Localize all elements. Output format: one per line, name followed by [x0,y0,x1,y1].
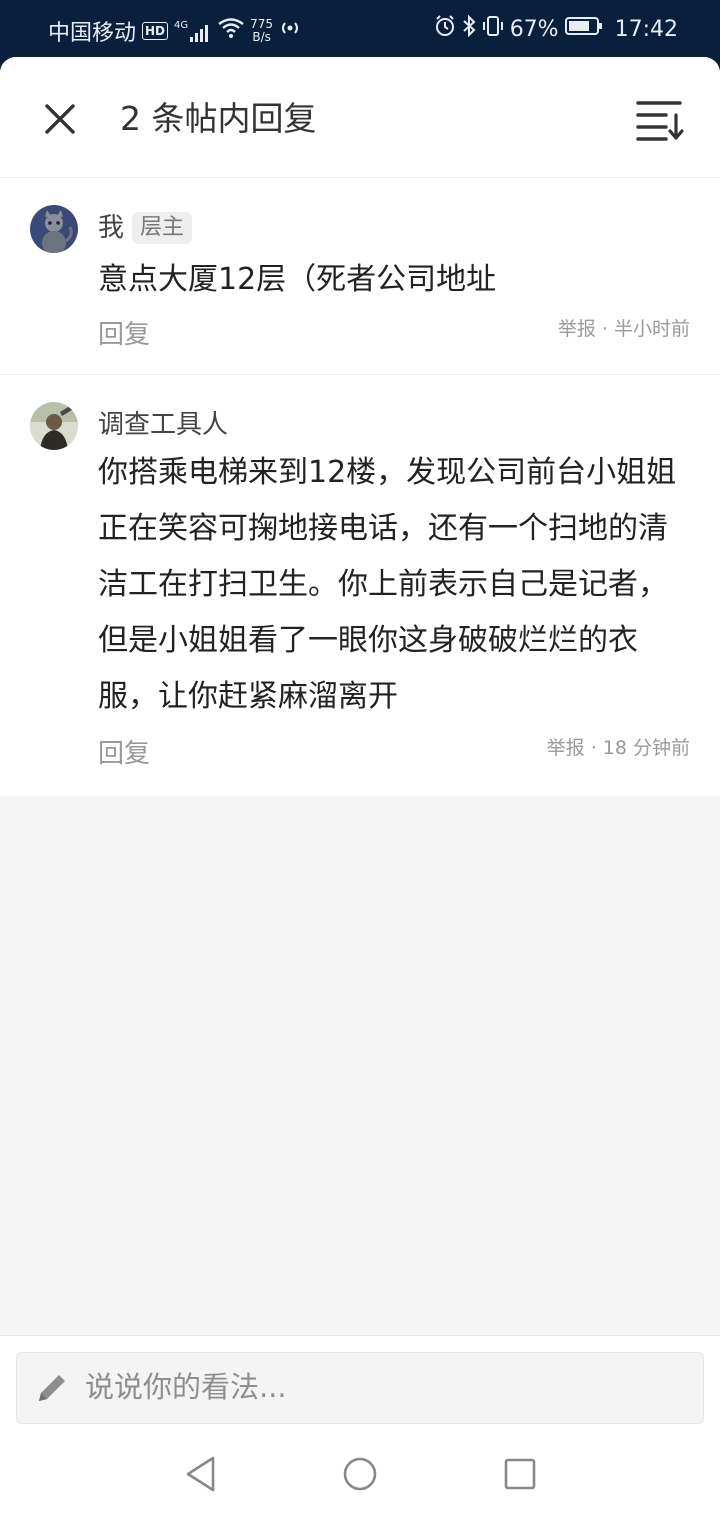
home-button[interactable] [335,1449,385,1499]
hd-badge: HD [142,22,169,40]
avatar[interactable] [30,205,78,253]
pencil-icon [39,1375,65,1401]
reply-list: 我 层主 意点大厦12层（死者公司地址 回复 举报 · 半小时前 调查工具人 你… [0,178,720,796]
reply-meta: 举报 · 半小时前 [558,314,690,341]
list-item: 我 层主 意点大厦12层（死者公司地址 回复 举报 · 半小时前 [0,178,720,375]
list-item: 调查工具人 你搭乘电梯来到12楼，发现公司前台小姐姐正在笑容可掬地接电话，还有一… [0,375,720,796]
author-row: 调查工具人 [98,405,228,445]
back-icon [186,1456,215,1492]
reply-meta: 举报 · 18 分钟前 [547,733,690,760]
recents-button[interactable] [495,1449,545,1499]
meta-separator: · [595,318,614,340]
vibrate-icon [482,15,504,43]
close-icon [45,104,75,134]
reply-content: 意点大厦12层（死者公司地址 [98,262,497,297]
status-bar: 中国移动 HD 4G 775 B/s 67% 17:42 [0,0,720,60]
battery-icon [564,16,603,42]
sheet-header: 2 条帖内回复 [0,57,720,178]
comment-input[interactable]: 说说你的看法... [16,1352,704,1424]
home-icon [343,1457,377,1491]
hotspot-icon [279,18,301,44]
op-badge: 层主 [132,212,193,244]
replies-sheet: 2 条帖内回复 我 层主 意点大厦12层（死者公司地址 回复 举报 · 半小时前… [0,57,720,1520]
reply-button[interactable]: 回复 [98,314,150,351]
sort-icon [636,101,684,141]
network-speed: 775 B/s [250,18,273,44]
speed-unit: B/s [252,30,271,44]
avatar[interactable] [30,402,78,450]
wifi-icon [218,18,244,44]
network-type: 4G [174,20,189,31]
page-title: 2 条帖内回复 [120,99,317,138]
comment-placeholder: 说说你的看法... [85,1370,287,1404]
reply-button[interactable]: 回复 [98,733,150,770]
bottom-area: 说说你的看法... [0,1335,720,1520]
bluetooth-icon [462,14,476,43]
sort-button[interactable] [632,95,688,143]
meta-separator: · [584,737,603,759]
system-nav-bar [0,1431,720,1520]
close-button[interactable] [36,95,84,143]
report-link[interactable]: 举报 [558,318,596,340]
reply-content: 你搭乘电梯来到12楼，发现公司前台小姐姐正在笑容可掬地接电话，还有一个扫地的清洁… [98,455,677,714]
clock: 17:42 [614,16,678,42]
author-name[interactable]: 调查工具人 [98,405,228,445]
signal-icon: 4G [174,20,212,42]
author-name[interactable]: 我 [98,208,124,248]
alarm-icon [434,15,456,43]
battery-percent: 67% [509,16,559,42]
author-row: 我 层主 [98,208,193,248]
recents-icon [504,1458,536,1490]
report-link[interactable]: 举报 [547,737,585,759]
reply-time: 18 分钟前 [602,737,690,759]
carrier-label: 中国移动 [48,21,137,46]
back-button[interactable] [177,1449,227,1499]
reply-time: 半小时前 [613,318,690,340]
